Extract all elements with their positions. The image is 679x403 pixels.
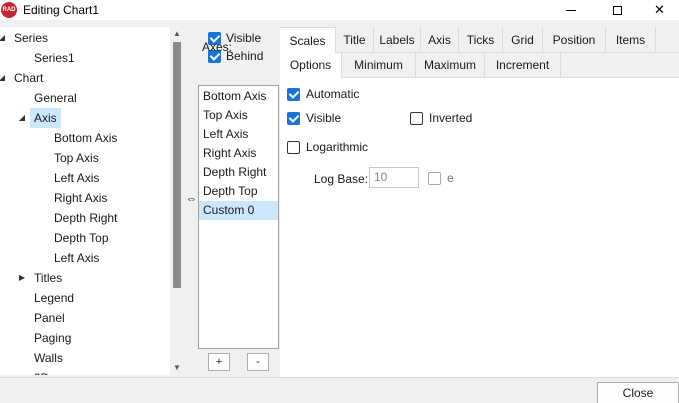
scroll-down-icon[interactable]: ▼ — [170, 361, 184, 375]
minimize-icon — [566, 10, 576, 12]
checkbox-label: Logarithmic — [306, 140, 369, 154]
collapse-icon[interactable]: ◢ — [0, 68, 8, 88]
tree-item[interactable]: Depth Right — [50, 208, 121, 228]
tab-grid[interactable]: Grid — [503, 27, 543, 53]
maximize-icon — [612, 6, 622, 16]
axes-list-label: Axes: — [202, 40, 233, 54]
checkbox-label: Visible — [306, 111, 342, 125]
remove-axis-button[interactable]: - — [247, 353, 269, 371]
tree-item[interactable]: ◢ Chart — [0, 68, 47, 88]
tab-axis[interactable]: Axis — [421, 27, 459, 53]
footer-bar — [0, 377, 679, 403]
axes-list-item[interactable]: Right Axis — [199, 144, 278, 163]
tree-item[interactable]: Left Axis — [50, 248, 103, 268]
tree-item[interactable]: General — [30, 88, 81, 108]
log-base-label: Log Base: — [314, 172, 369, 186]
tree-item-label: Depth Right — [54, 211, 118, 225]
tree-item[interactable]: Paging — [30, 328, 75, 348]
tree-item-label: Depth Top — [54, 231, 109, 245]
tree-item[interactable]: Top Axis — [50, 148, 103, 168]
checkbox-label: Inverted — [429, 111, 473, 125]
axes-list[interactable]: Bottom Axis Top Axis Left Axis Right Axis De… — [198, 85, 279, 349]
checkbox-box[interactable] — [428, 172, 441, 185]
checkbox-label: e — [447, 171, 454, 185]
tree-item-label: Axis — [30, 108, 61, 128]
tree-item[interactable]: Panel — [30, 308, 69, 328]
tree-item-label: Left Axis — [54, 251, 100, 265]
tree-item[interactable]: Left Axis — [50, 168, 103, 188]
tree-item-label: General — [34, 91, 77, 105]
tree-item[interactable]: 3D — [30, 368, 53, 375]
subtab-maximum[interactable]: Maximum — [416, 53, 485, 78]
tree-item-label: Right Axis — [54, 191, 108, 205]
tree-item[interactable]: Bottom Axis — [50, 128, 121, 148]
axes-list-item[interactable]: Depth Right — [199, 163, 278, 182]
properties-panel: Scales Title Labels Axis Ticks Grid Position It… — [280, 27, 679, 377]
tree-item-label: Chart — [14, 71, 44, 85]
splitter-handle-icon[interactable]: ⇔ — [186, 193, 197, 205]
tab-ticks[interactable]: Ticks — [459, 27, 503, 53]
add-axis-button[interactable]: + — [208, 353, 230, 371]
tree-item[interactable]: Walls — [30, 348, 67, 368]
tree-item-label: Series1 — [34, 51, 75, 65]
tree-item-label: Left Axis — [54, 171, 100, 185]
axes-list-item[interactable]: Bottom Axis — [199, 87, 278, 106]
maximize-button[interactable] — [594, 0, 640, 20]
tree-scrollbar[interactable]: ▲ ▼ — [170, 27, 184, 375]
checkbox-box[interactable] — [287, 88, 300, 101]
collapse-icon[interactable]: ◢ — [0, 28, 8, 48]
axes-list-item[interactable]: Custom 0 — [199, 201, 278, 220]
subtab-increment[interactable]: Increment — [485, 53, 561, 78]
tab-scales[interactable]: Scales — [280, 27, 336, 53]
tree-item-label: Top Axis — [54, 151, 99, 165]
tree-item-label: Paging — [34, 331, 72, 345]
tree-item-label: Bottom Axis — [54, 131, 118, 145]
log-base-input[interactable]: 10 — [369, 167, 419, 188]
close-icon: ✕ — [654, 2, 665, 17]
axes-list-item[interactable]: Top Axis — [199, 106, 278, 125]
tab-title[interactable]: Title — [336, 27, 374, 53]
close-button[interactable]: Close — [597, 382, 679, 403]
checkbox-box[interactable] — [287, 141, 300, 154]
tree-item-label: Series — [14, 31, 49, 45]
tree-item[interactable]: ◢ Axis — [19, 108, 61, 128]
minimize-button[interactable] — [548, 0, 594, 20]
tab-items[interactable]: Items — [606, 27, 656, 53]
subtab-options[interactable]: Options — [280, 53, 342, 78]
tree-item[interactable]: Series1 — [30, 48, 79, 68]
tab-labels[interactable]: Labels — [374, 27, 421, 53]
sub-tabs: Options Minimum Maximum Increment — [280, 53, 679, 78]
collapse-icon[interactable]: ◢ — [16, 108, 28, 128]
axes-list-item[interactable]: Left Axis — [199, 125, 278, 144]
tree-item[interactable]: ◢ Series — [0, 28, 52, 48]
checkbox-label: Automatic — [306, 87, 360, 101]
checkbox-box[interactable] — [410, 112, 423, 125]
subtab-minimum[interactable]: Minimum — [342, 53, 416, 78]
title-bar: RAD Editing Chart1 ✕ — [0, 0, 679, 20]
axes-list-item[interactable]: Depth Top — [199, 182, 278, 201]
tree-item-label: Panel — [34, 311, 65, 325]
tab-position[interactable]: Position — [543, 27, 606, 53]
tree-item[interactable]: Right Axis — [50, 188, 111, 208]
scroll-thumb[interactable] — [173, 42, 181, 288]
tree-item-label: Walls — [34, 351, 63, 365]
app-logo-icon: RAD — [1, 2, 17, 18]
tree-item[interactable]: ▶ Titles — [19, 268, 66, 288]
checkbox-box[interactable] — [287, 112, 300, 125]
window-close-button[interactable]: ✕ — [640, 0, 679, 20]
editor-tree: ◢ Series Series1 ◢ Chart General ◢ Axis Bottom A… — [0, 27, 184, 375]
scroll-up-icon[interactable]: ▲ — [170, 27, 184, 41]
expand-icon[interactable]: ▶ — [16, 268, 28, 288]
tree-item[interactable]: Legend — [30, 288, 78, 308]
main-tabs: Scales Title Labels Axis Ticks Grid Position It… — [280, 27, 679, 53]
tree-item-label: Titles — [34, 271, 63, 285]
tree-item-label: Legend — [34, 291, 75, 305]
tree-item-label: 3D — [30, 368, 53, 375]
window-title: Editing Chart1 — [23, 3, 100, 17]
tree-item[interactable]: Depth Top — [50, 228, 113, 248]
